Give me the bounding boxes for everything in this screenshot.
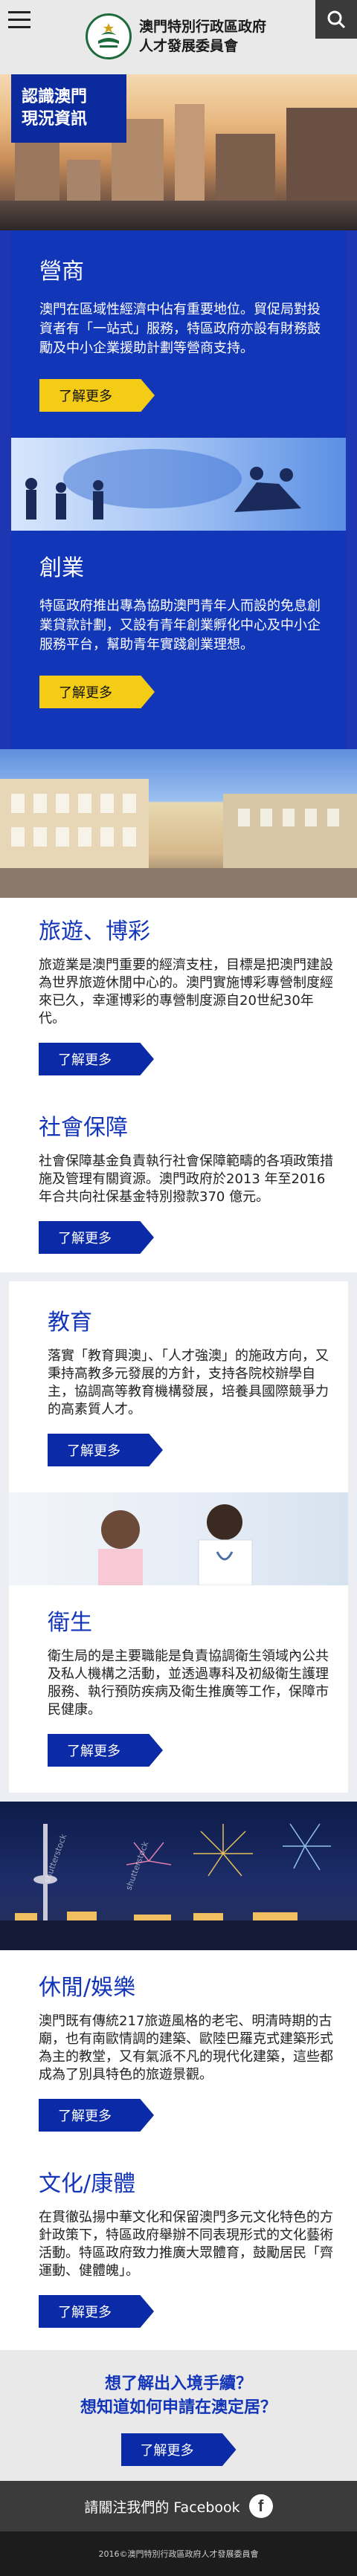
education-health-panel: 教育 落實「教育興澳」、「人才強澳」的施政方向，又秉持高教多元發展的方針，支持各… bbox=[0, 1272, 357, 1802]
section-education: 教育 落實「教育興澳」、「人才強澳」的施政方向，又秉持高教多元發展的方針，支持各… bbox=[9, 1281, 348, 1485]
square-illustration bbox=[0, 779, 357, 898]
business-panel: 營商 澳門在區域性經濟中佔有重要地位。貿促局對投資者有「一站式」服務，特區政府亦… bbox=[0, 230, 357, 749]
learn-more-button[interactable]: 了解更多 bbox=[39, 676, 155, 708]
site-footer: 2016©澳門特別行政區政府人才發展委員會 bbox=[0, 2531, 357, 2576]
learn-more-button[interactable]: 了解更多 bbox=[39, 1221, 154, 1254]
menu-bar bbox=[8, 18, 30, 21]
hero-label-line1: 認識澳門 bbox=[22, 88, 88, 106]
hero-label: 認識澳門 現況資訊 bbox=[11, 74, 126, 143]
hero-banner: 認識澳門 現況資訊 bbox=[0, 74, 357, 230]
section-text: 旅遊業是澳門重要的經濟支柱，目標是把澳門建設為世界旅遊休閒中心的。澳門實施博彩專… bbox=[39, 957, 333, 1026]
fireworks-image: shutterstock shutterstock bbox=[0, 1802, 357, 1950]
tourism-social-panel: 旅遊、博彩 旅遊業是澳門重要的經濟支柱，目標是把澳門建設為世界旅遊休閒中心的。澳… bbox=[0, 898, 357, 1272]
learn-more-button[interactable]: 了解更多 bbox=[48, 1734, 163, 1767]
hero-label-line2: 現況資訊 bbox=[22, 110, 88, 129]
menu-bar bbox=[8, 25, 30, 28]
section-startup: 創業 特區政府推出專為協助澳門青年人而設的免息創業貸款計劃，又設有青年創業孵化中… bbox=[11, 546, 346, 727]
learn-more-button[interactable]: 了解更多 bbox=[39, 1043, 154, 1075]
facebook-bar[interactable]: 請關注我們的 Facebook f bbox=[0, 2481, 357, 2531]
business-panel-inner: 營商 澳門在區域性經濟中佔有重要地位。貿促局對投資者有「一站式」服務，特區政府亦… bbox=[11, 230, 346, 749]
search-button[interactable] bbox=[315, 0, 357, 39]
section-social-security: 社會保障 社會保障基金負責執行社會保障範疇的各項政策措施及管理有關資源。澳門政府… bbox=[0, 1094, 357, 1272]
learn-more-button[interactable]: 了解更多 bbox=[48, 1434, 163, 1466]
senado-square-image bbox=[0, 749, 357, 898]
section-text: 在貫徹弘揚中華文化和保留澳門多元文化特色的方針政策下，特區政府舉辦不同表現形式的… bbox=[39, 2210, 333, 2279]
menu-bar bbox=[8, 10, 30, 13]
site-title-line2: 人才發展委員會 bbox=[139, 38, 239, 54]
section-title: 創業 bbox=[39, 555, 84, 581]
section-title: 營商 bbox=[39, 259, 84, 285]
facebook-icon[interactable]: f bbox=[248, 2494, 273, 2518]
hero-street bbox=[0, 201, 357, 230]
section-leisure: 休閒/娛樂 澳門既有傳統217旅遊風格的老宅、明清時期的古廟，也有南歐情調的建築… bbox=[0, 1950, 357, 2150]
section-text: 落實「教育興澳」、「人才強澳」的施政方向，又秉持高教多元發展的方針，支持各院校辦… bbox=[48, 1348, 329, 1417]
section-business: 營商 澳門在區域性經濟中佔有重要地位。貿促局對投資者有「一站式」服務，特區政府亦… bbox=[11, 230, 346, 430]
site-title: 澳門特別行政區政府 人才發展委員會 bbox=[139, 17, 266, 56]
section-text: 澳門在區域性經濟中佔有重要地位。貿促局對投資者有「一站式」服務，特區政府亦設有財… bbox=[39, 302, 321, 356]
section-title: 旅遊、博彩 bbox=[39, 919, 150, 945]
site-logo[interactable]: 澳門特別行政區政府 人才發展委員會 bbox=[86, 13, 266, 59]
section-title: 休閒/娛樂 bbox=[39, 1975, 136, 2001]
site-title-line1: 澳門特別行政區政府 bbox=[139, 19, 267, 35]
immigration-cta: 想了解出入境手續？ 想知道如何申請在澳定居？ 了解更多 bbox=[0, 2350, 357, 2481]
section-tourism: 旅遊、博彩 旅遊業是澳門重要的經濟支柱，目標是把澳門建設為世界旅遊休閒中心的。澳… bbox=[0, 898, 357, 1094]
copyright-text: 2016©澳門特別行政區政府人才發展委員會 bbox=[98, 2549, 259, 2559]
logo-seal-icon bbox=[86, 13, 132, 59]
learn-more-button[interactable]: 了解更多 bbox=[39, 379, 155, 412]
doctor-image bbox=[9, 1492, 348, 1585]
section-text: 衛生局的是主要職能是負責協調衛生領域內公共及私人機構之活動，並透過專科及初級衛生… bbox=[48, 1648, 329, 1718]
section-title: 教育 bbox=[48, 1310, 92, 1336]
learn-more-button[interactable]: 了解更多 bbox=[39, 2295, 154, 2328]
site-header: 澳門特別行政區政府 人才發展委員會 bbox=[0, 0, 357, 74]
doctor-illustration bbox=[98, 1504, 253, 1585]
learn-more-button[interactable]: 了解更多 bbox=[39, 2099, 154, 2132]
section-title: 社會保障 bbox=[39, 1115, 128, 1141]
leisure-culture-panel: 休閒/娛樂 澳門既有傳統217旅遊風格的老宅、明清時期的古廟，也有南歐情調的建築… bbox=[0, 1950, 357, 2350]
handshake-illustration bbox=[25, 449, 301, 520]
menu-icon[interactable] bbox=[0, 0, 39, 39]
section-title: 衛生 bbox=[48, 1610, 92, 1636]
cta-line2: 想知道如何申請在澳定居？ bbox=[80, 2398, 277, 2417]
handshake-image bbox=[11, 438, 346, 531]
section-text: 澳門既有傳統217旅遊風格的老宅、明清時期的古廟，也有南歐情調的建築、歐陸巴羅克… bbox=[39, 2013, 333, 2083]
education-health-card: 教育 落實「教育興澳」、「人才強澳」的施政方向，又秉持高教多元發展的方針，支持各… bbox=[9, 1281, 348, 1793]
cta-line1: 想了解出入境手續？ bbox=[104, 2375, 252, 2393]
section-text: 特區政府推出專為協助澳門青年人而設的免息創業貸款計劃，又設有青年創業孵化中心及中… bbox=[39, 598, 321, 653]
section-health: 衛生 衛生局的是主要職能是負責協調衛生領域內公共及私人機構之活動，並透過專科及初… bbox=[9, 1600, 348, 1793]
section-culture: 文化/康體 在貫徹弘揚中華文化和保留澳門多元文化特色的方針政策下，特區政府舉辦不… bbox=[0, 2150, 357, 2350]
facebook-label: 請關注我們的 Facebook bbox=[84, 2499, 240, 2516]
search-icon bbox=[327, 10, 346, 29]
section-title: 文化/康體 bbox=[39, 2171, 136, 2197]
panel-spacer bbox=[11, 727, 346, 749]
learn-more-button[interactable]: 了解更多 bbox=[120, 2433, 237, 2466]
section-text: 社會保障基金負責執行社會保障範疇的各項政策措施及管理有關資源。澳門政府於2013… bbox=[39, 1153, 333, 1205]
